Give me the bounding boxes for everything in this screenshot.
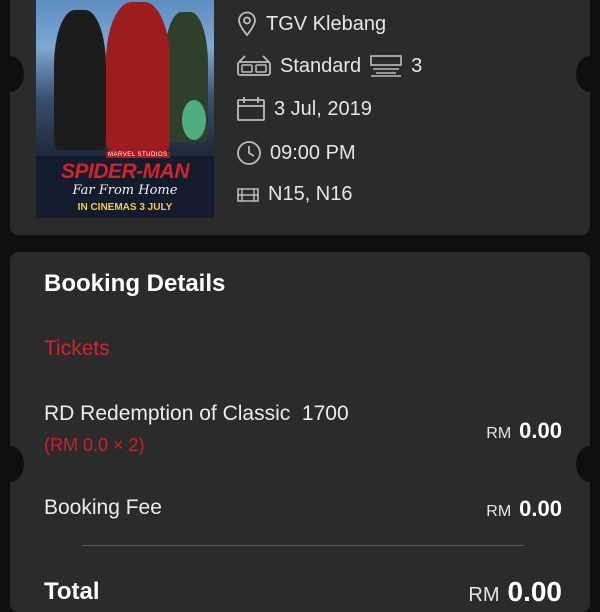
- booking-fee-label: Booking Fee: [44, 496, 162, 519]
- poster-title: SPIDER-MAN: [60, 160, 190, 183]
- cinema-name: TGV Klebang: [266, 12, 387, 35]
- poster-studio-logo: MARVEL STUDIOS: [106, 152, 170, 158]
- experience-row: Standard 3: [236, 51, 422, 81]
- seat-icon: [237, 188, 259, 202]
- experience-type: Standard: [280, 54, 362, 77]
- cinema-row: TGV Klebang: [236, 9, 386, 39]
- seats-row: N15, N16: [236, 179, 353, 209]
- booking-fee-price: RM 0.00: [486, 496, 562, 522]
- time-row: 09:00 PM: [236, 138, 356, 168]
- ticket-notch-right: [576, 446, 600, 482]
- location-pin-icon: [238, 11, 256, 37]
- booking-fee-amount: 0.00: [519, 496, 562, 521]
- ticket-price-amount: 0.00: [519, 418, 562, 443]
- total-label: Total: [44, 578, 100, 605]
- cinema-hall-icon: [370, 55, 402, 77]
- poster-subtitle: Far From Home: [72, 183, 178, 198]
- clock-icon: [237, 141, 261, 165]
- hall-number: 3: [411, 54, 423, 77]
- ticket-quantity-breakdown: (RM 0.0 × 2): [44, 435, 145, 455]
- seat-numbers: N15, N16: [268, 182, 353, 205]
- ticket-notch-left: [0, 56, 24, 92]
- total-price: RM 0.00: [468, 576, 562, 608]
- booking-fee-currency: RM: [486, 503, 512, 520]
- 3d-glasses-icon: [237, 55, 271, 76]
- ticket-price-currency: RM: [486, 425, 512, 442]
- show-date: 3 Jul, 2019: [274, 97, 372, 120]
- ticket-notch-right: [576, 56, 600, 92]
- ticket-notch-left: [0, 446, 24, 482]
- poster-figure-center: [106, 2, 170, 152]
- ticket-price: RM 0.00: [486, 418, 562, 444]
- date-row: 3 Jul, 2019: [236, 94, 372, 124]
- poster-glow: [182, 100, 206, 140]
- poster-figure-left: [54, 10, 106, 150]
- ticket-type-name: RD Redemption of Classic 1700: [44, 402, 349, 425]
- divider: [82, 545, 524, 546]
- booking-details-title: Booking Details: [44, 270, 226, 297]
- movie-poster: MARVEL STUDIOS SPIDER-MAN Far From Home …: [36, 0, 214, 218]
- total-currency: RM: [468, 584, 500, 606]
- total-amount: 0.00: [507, 576, 563, 607]
- poster-release: IN CINEMAS 3 JULY: [77, 202, 173, 213]
- show-time: 09:00 PM: [270, 141, 356, 164]
- tickets-section-label: Tickets: [44, 337, 110, 360]
- calendar-icon: [237, 97, 265, 121]
